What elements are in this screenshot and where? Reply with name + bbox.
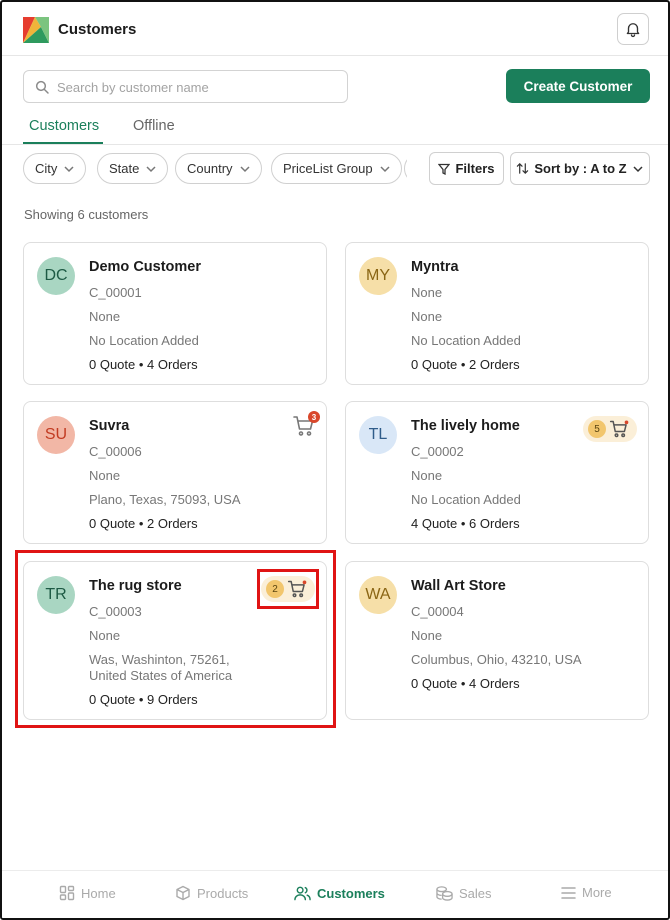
cart-count: 5	[588, 420, 606, 438]
cart-icon	[609, 420, 629, 438]
customer-location: Columbus, Ohio, 43210, USA	[411, 652, 582, 667]
customer-orders: 0 Quote • 2 Orders	[89, 516, 198, 531]
customer-name: Myntra	[411, 259, 459, 275]
nav-sales[interactable]: Sales	[436, 885, 492, 901]
filter-chips: City State Country PriceList Group S	[23, 153, 407, 185]
tabs-divider	[2, 144, 668, 145]
customer-card[interactable]: TL The lively home C_00002 None No Locat…	[345, 401, 649, 544]
top-header: Customers	[2, 2, 668, 56]
tab-customers[interactable]: Customers	[29, 118, 99, 134]
chevron-down-icon	[64, 165, 74, 172]
app-logo	[23, 17, 49, 43]
chip-label: City	[35, 161, 58, 176]
chevron-down-icon	[633, 165, 643, 172]
app-frame: Customers Create Customer Customers Offl…	[0, 0, 670, 920]
nav-label: More	[582, 885, 612, 900]
customer-group: None	[411, 628, 443, 643]
menu-icon	[561, 886, 576, 899]
customer-location: No Location Added	[89, 333, 199, 348]
cart-button[interactable]: 5	[583, 416, 637, 442]
customer-orders: 0 Quote • 4 Orders	[411, 676, 520, 691]
customer-code: C_00001	[89, 285, 142, 300]
customer-name: The lively home	[411, 418, 520, 434]
filters-label: Filters	[455, 161, 495, 176]
customer-code: C_00006	[89, 444, 142, 459]
bell-icon	[626, 23, 640, 38]
customer-group: None	[411, 309, 443, 324]
nav-more[interactable]: More	[561, 885, 612, 900]
customer-group: None	[89, 309, 121, 324]
nav-label: Home	[81, 885, 116, 901]
home-icon	[59, 885, 75, 901]
customer-group: None	[89, 468, 121, 483]
search-input[interactable]	[57, 77, 337, 97]
city-filter-chip[interactable]: City	[23, 153, 87, 184]
filters-button[interactable]: Filters	[429, 152, 504, 185]
customer-card[interactable]: WA Wall Art Store C_00004 None Columbus,…	[345, 561, 649, 720]
coins-icon	[436, 886, 453, 901]
nav-label: Customers	[317, 885, 385, 901]
bottom-navigation: Home Products Customers Sales More	[2, 870, 668, 918]
cart-button[interactable]: 3	[292, 411, 320, 440]
country-filter-chip[interactable]: Country	[175, 153, 262, 184]
sort-icon	[517, 163, 529, 174]
chevron-down-icon	[380, 165, 390, 172]
nav-home[interactable]: Home	[59, 885, 116, 901]
search-icon	[35, 80, 49, 94]
chevron-down-icon	[146, 165, 156, 172]
customer-name: Demo Customer	[89, 259, 201, 275]
customer-code: C_00004	[411, 604, 464, 619]
customer-group: None	[411, 468, 443, 483]
customer-card[interactable]: SU Suvra C_00006 None Plano, Texas, 7509…	[23, 401, 327, 544]
highlight-box	[257, 569, 319, 609]
customer-location: No Location Added	[411, 333, 521, 348]
customer-name: Wall Art Store	[411, 578, 506, 594]
avatar: SU	[37, 416, 75, 454]
extra-filter-chip[interactable]: S	[404, 153, 407, 184]
avatar: DC	[37, 257, 75, 295]
avatar: MY	[359, 257, 397, 295]
avatar: TL	[359, 416, 397, 454]
create-customer-button[interactable]: Create Customer	[506, 69, 650, 103]
cart-count-badge: 3	[308, 411, 320, 423]
nav-products[interactable]: Products	[175, 885, 248, 901]
customer-card[interactable]: MY Myntra None None No Location Added 0 …	[345, 242, 649, 385]
sort-label: Sort by : A to Z	[534, 161, 627, 176]
avatar: WA	[359, 576, 397, 614]
nav-customers[interactable]: Customers	[294, 885, 385, 901]
chip-label: PriceList Group	[283, 161, 373, 176]
search-box[interactable]	[23, 70, 348, 103]
notifications-button[interactable]	[617, 13, 649, 45]
state-filter-chip[interactable]: State	[97, 153, 169, 184]
nav-label: Products	[197, 885, 249, 901]
customer-code: None	[411, 285, 443, 300]
customer-code: C_00002	[411, 444, 464, 459]
chip-label: State	[109, 161, 140, 176]
customer-card[interactable]: DC Demo Customer C_00001 None No Locatio…	[23, 242, 327, 385]
customer-orders: 0 Quote • 4 Orders	[89, 357, 198, 372]
pricelist-group-filter-chip[interactable]: PriceList Group	[271, 153, 402, 184]
page-title: Customers	[58, 21, 137, 38]
customer-orders: 4 Quote • 6 Orders	[411, 516, 520, 531]
nav-label: Sales	[459, 885, 492, 901]
customer-name: Suvra	[89, 418, 130, 434]
chevron-down-icon	[240, 165, 250, 172]
results-count: Showing 6 customers	[24, 207, 149, 222]
customer-location: No Location Added	[411, 492, 521, 507]
tab-offline[interactable]: Offline	[133, 118, 175, 134]
users-icon	[294, 886, 311, 901]
filter-icon	[438, 163, 451, 175]
box-icon	[176, 885, 190, 901]
customer-location: Plano, Texas, 75093, USA	[89, 492, 241, 507]
chip-label: Country	[187, 161, 233, 176]
customer-orders: 0 Quote • 2 Orders	[411, 357, 520, 372]
sort-button[interactable]: Sort by : A to Z	[510, 152, 650, 185]
